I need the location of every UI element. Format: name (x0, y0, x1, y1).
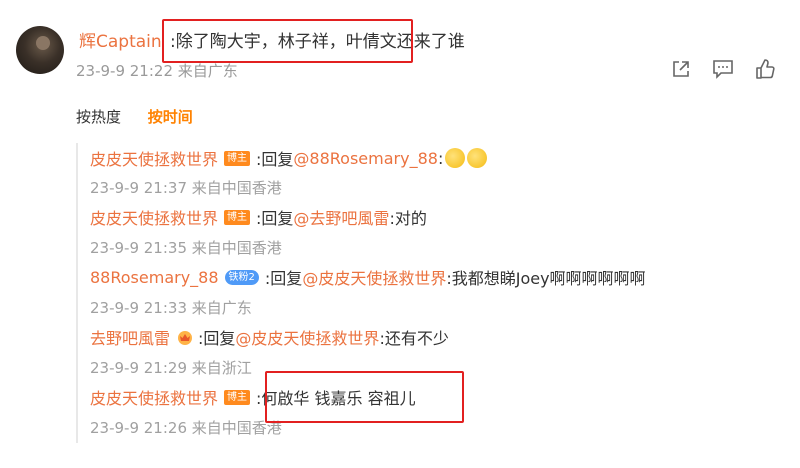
comment-source: 来自广东 (177, 62, 238, 80)
comment-text: :除了陶大宇，林子祥，叶倩文还来了谁 (170, 32, 465, 52)
reply-meta: 23-9-9 21:35 来自中国香港 (90, 237, 282, 258)
avatar[interactable] (16, 26, 64, 74)
reply-source: 来自浙江 (191, 359, 252, 377)
reply-text: :还有不少 (379, 329, 449, 348)
reply-prefix: :回复 (264, 269, 303, 288)
comment-icon[interactable] (710, 57, 736, 81)
reply-item: 皮皮天使拯救世界 博主 :回复 @88Rosemary_88 : (90, 143, 488, 173)
reply-item: 88Rosemary_88 铁粉2 :回复 @皮皮天使拯救世界 :我都想睇Joe… (90, 262, 646, 292)
reply-source: 来自中国香港 (191, 179, 282, 197)
reply-source: 来自中国香港 (191, 239, 282, 257)
reply-meta: 23-9-9 21:29 来自浙江 (90, 357, 252, 378)
comment-time: 23-9-9 21:22 (76, 62, 173, 80)
reply-username[interactable]: 去野吧風雷 (90, 325, 170, 349)
comment-username[interactable]: 辉Captain (79, 27, 162, 52)
thinking-emoji-icon (467, 148, 488, 168)
reply-thread: 皮皮天使拯救世界 博主 :回复 @88Rosemary_88 : 23-9-9 … (76, 143, 798, 443)
tab-sort-hot[interactable]: 按热度 (76, 108, 121, 126)
reply-source: 来自广东 (191, 299, 252, 317)
reply-prefix: :回复 (256, 209, 294, 228)
reply-mention[interactable]: @去野吧風雷 (293, 205, 389, 229)
thinking-emoji-icon (445, 148, 466, 168)
reply-username[interactable]: 皮皮天使拯救世界 (90, 205, 218, 229)
reply-mention[interactable]: @皮皮天使拯救世界 (235, 325, 379, 349)
comment-meta: 23-9-9 21:22 来自广东 (76, 60, 238, 81)
reply-mention[interactable]: @88Rosemary_88 (293, 149, 438, 168)
reply-text: : (437, 148, 444, 168)
author-badge: 博主 (224, 389, 251, 405)
author-badge: 博主 (224, 150, 251, 166)
reply-meta: 23-9-9 21:33 来自广东 (90, 297, 252, 318)
reply-text: :对的 (389, 209, 427, 228)
reply-item: 皮皮天使拯救世界 博主 :回复 @去野吧風雷 :对的 (90, 202, 427, 232)
reply-username[interactable]: 皮皮天使拯救世界 (90, 146, 218, 170)
crown-icon (176, 328, 194, 346)
reply-meta: 23-9-9 21:37 来自中国香港 (90, 177, 282, 198)
reply-item: 皮皮天使拯救世界 博主 :何啟华 钱嘉乐 容祖儿 (90, 382, 416, 412)
reply-prefix: :回复 (256, 150, 294, 169)
fan-badge: 铁粉2 (224, 269, 259, 285)
reply-item: 去野吧風雷 :回复 @皮皮天使拯救世界 :还有不少 (90, 322, 449, 352)
reply-source: 来自中国香港 (191, 419, 282, 437)
sort-tabs: 按热度 按时间 (76, 106, 215, 127)
reply-time: 23-9-9 21:29 (90, 359, 187, 377)
like-icon[interactable] (752, 57, 778, 81)
reply-time: 23-9-9 21:35 (90, 239, 187, 257)
author-badge: 博主 (224, 209, 251, 225)
reply-username[interactable]: 皮皮天使拯救世界 (90, 385, 218, 409)
reply-text: :我都想睇Joey啊啊啊啊啊啊 (446, 269, 646, 288)
reply-meta: 23-9-9 21:26 来自中国香港 (90, 417, 282, 438)
reply-text: :何啟华 钱嘉乐 容祖儿 (256, 389, 416, 408)
share-icon[interactable] (668, 57, 694, 81)
reply-prefix: :回复 (198, 329, 236, 348)
reply-username[interactable]: 88Rosemary_88 (90, 268, 219, 287)
reply-time: 23-9-9 21:37 (90, 179, 187, 197)
reply-mention[interactable]: @皮皮天使拯救世界 (302, 265, 446, 289)
reply-time: 23-9-9 21:33 (90, 299, 187, 317)
tab-sort-time[interactable]: 按时间 (148, 108, 193, 126)
reply-time: 23-9-9 21:26 (90, 419, 187, 437)
